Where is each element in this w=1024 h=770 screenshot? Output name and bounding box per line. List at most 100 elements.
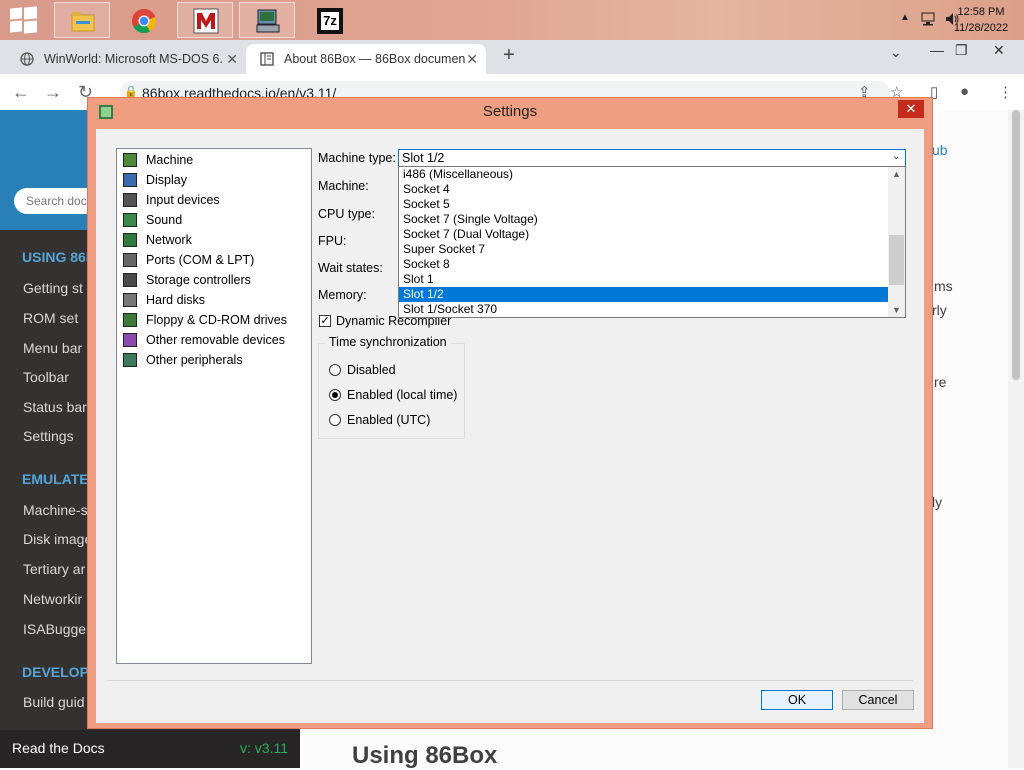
category-storage-controllers[interactable]: Storage controllers — [120, 270, 311, 290]
read-the-docs-label: Read the Docs — [12, 740, 105, 756]
time-sync-disabled-radio[interactable] — [329, 364, 341, 376]
clock[interactable]: 12:58 PM 11/28/2022 — [946, 4, 1016, 36]
taskbar-mcafee[interactable] — [177, 2, 233, 38]
dynamic-recompiler-checkbox[interactable]: ✓ — [319, 315, 331, 327]
system-tray: ▲ 12:58 PM 11/28/2022 — [874, 0, 1024, 40]
machine-type-option[interactable]: Slot 1/2 — [399, 287, 888, 302]
machine-type-option[interactable]: Socket 8 — [399, 257, 888, 272]
globe-icon — [20, 52, 34, 66]
docs-caption: DEVELOP — [22, 664, 89, 680]
chevron-down-icon: ⌄ — [892, 151, 901, 162]
menu-kebab-icon[interactable]: ⋮ — [998, 83, 1013, 101]
category-sound[interactable]: Sound — [120, 210, 311, 230]
ok-button[interactable]: OK — [761, 690, 833, 710]
settings-dialog: Settings ✕ Machine Display Input devices So… — [87, 97, 933, 729]
docs-nav-item[interactable]: Tertiary ar — [23, 561, 85, 577]
hard-disk-icon — [123, 293, 137, 307]
time-sync-option-label: Enabled (local time) — [347, 388, 458, 402]
machine-type-option[interactable]: Slot 1/Socket 370 — [399, 302, 888, 317]
category-machine[interactable]: Machine — [120, 150, 311, 170]
tab-winworld[interactable]: WinWorld: Microsoft MS-DOS 6. ✕ — [6, 44, 246, 74]
7zip-icon: 7z — [317, 8, 343, 34]
docs-nav-item[interactable]: Networkir — [23, 591, 82, 607]
taskbar-7zip[interactable]: 7z — [301, 2, 357, 38]
docs-nav-item[interactable]: Machine-s — [23, 502, 88, 518]
category-display[interactable]: Display — [120, 170, 311, 190]
scroll-down-icon[interactable]: ▼ — [888, 303, 905, 317]
page-scrollbar[interactable] — [1008, 110, 1024, 768]
network-icon[interactable] — [920, 11, 936, 27]
docs-nav-item[interactable]: Disk image — [23, 531, 92, 547]
tab-86box-docs[interactable]: About 86Box — 86Box documen ✕ — [246, 44, 486, 74]
start-button[interactable] — [8, 6, 40, 34]
dialog-close-button[interactable]: ✕ — [898, 100, 924, 118]
file-explorer-icon — [71, 12, 95, 32]
cancel-button[interactable]: Cancel — [842, 690, 914, 710]
dialog-separator — [107, 680, 913, 681]
category-other-peripherals[interactable]: Other peripherals — [120, 350, 311, 370]
taskbar-file-explorer[interactable] — [54, 2, 110, 38]
scrollbar-thumb[interactable] — [1012, 110, 1020, 380]
category-input-devices[interactable]: Input devices — [120, 190, 311, 210]
machine-type-option[interactable]: Socket 5 — [399, 197, 888, 212]
profile-avatar-icon[interactable]: ● — [960, 83, 969, 100]
category-label: Network — [146, 233, 192, 247]
dropdown-scroll-thumb[interactable] — [889, 235, 904, 285]
back-icon[interactable]: ← — [12, 82, 30, 103]
floppy-cdrom-icon — [123, 313, 137, 327]
category-hard-disks[interactable]: Hard disks — [120, 290, 311, 310]
dropdown-scrollbar[interactable]: ▲ ▼ — [888, 167, 905, 317]
docs-nav-item[interactable]: ROM set — [23, 310, 78, 326]
forward-icon[interactable]: → — [44, 82, 62, 103]
restore-button[interactable]: ❐ — [955, 42, 968, 59]
docs-nav-item[interactable]: Settings — [23, 428, 74, 444]
docs-text-fragment[interactable]: ub — [932, 142, 948, 158]
docs-nav-item[interactable]: Toolbar — [23, 369, 69, 385]
docs-text-fragment: re — [934, 374, 947, 390]
category-other-removable-devices[interactable]: Other removable devices — [120, 330, 311, 350]
category-network[interactable]: Network — [120, 230, 311, 250]
machine-type-option[interactable]: Super Socket 7 — [399, 242, 888, 257]
machine-type-option[interactable]: Socket 7 (Dual Voltage) — [399, 227, 888, 242]
close-tab-icon[interactable]: ✕ — [226, 44, 238, 74]
network-icon — [123, 233, 137, 247]
time-sync-group: Time synchronization Disabled Enabled (l… — [318, 335, 465, 439]
new-tab-button[interactable]: + — [498, 44, 520, 66]
cpu-type-label: CPU type: — [318, 207, 375, 221]
category-label: Input devices — [146, 193, 220, 207]
minimize-button[interactable]: — — [930, 42, 944, 58]
chevron-up-icon[interactable]: ▲ — [900, 12, 910, 23]
machine-icon — [123, 153, 137, 167]
machine-type-option[interactable]: i486 (Miscellaneous) — [399, 167, 888, 182]
close-window-button[interactable]: ✕ — [993, 42, 1005, 59]
taskbar-chrome[interactable] — [115, 2, 171, 38]
category-ports-com-lpt[interactable]: Ports (COM & LPT) — [120, 250, 311, 270]
docs-nav-item[interactable]: Menu bar — [23, 340, 82, 356]
machine-type-option[interactable]: Socket 7 (Single Voltage) — [399, 212, 888, 227]
scroll-up-icon[interactable]: ▲ — [888, 167, 905, 181]
machine-type-value: Slot 1/2 — [402, 151, 445, 165]
taskbar-86box[interactable] — [239, 2, 295, 38]
category-label: Storage controllers — [146, 273, 251, 287]
machine-type-select[interactable]: Slot 1/2 ⌄ — [398, 149, 906, 167]
time-sync-title: Time synchronization — [325, 335, 451, 349]
docs-text-fragment: ly — [932, 494, 943, 510]
docs-nav-item[interactable]: Status bar — [23, 399, 87, 415]
time-sync-utc-radio[interactable] — [329, 414, 341, 426]
time-sync-option-label: Disabled — [347, 363, 396, 377]
time-sync-local-radio[interactable] — [329, 389, 341, 401]
tab-search-chevron-icon[interactable]: ⌄ — [890, 44, 902, 61]
peripherals-icon — [123, 353, 137, 367]
docs-nav-item[interactable]: Build guid — [23, 694, 85, 710]
docs-version-footer[interactable]: Read the Docs v: v3.11 — [0, 730, 300, 768]
sound-icon — [123, 213, 137, 227]
fpu-label: FPU: — [318, 234, 347, 248]
docs-nav-item[interactable]: ISABugger — [23, 621, 91, 637]
category-floppy-cd-rom-drives[interactable]: Floppy & CD-ROM drives — [120, 310, 311, 330]
machine-type-option[interactable]: Socket 4 — [399, 182, 888, 197]
close-tab-icon[interactable]: ✕ — [466, 44, 478, 74]
category-label: Other peripherals — [146, 353, 243, 367]
ports-icon — [123, 253, 137, 267]
docs-nav-item[interactable]: Getting st — [23, 280, 83, 296]
machine-type-option[interactable]: Slot 1 — [399, 272, 888, 287]
